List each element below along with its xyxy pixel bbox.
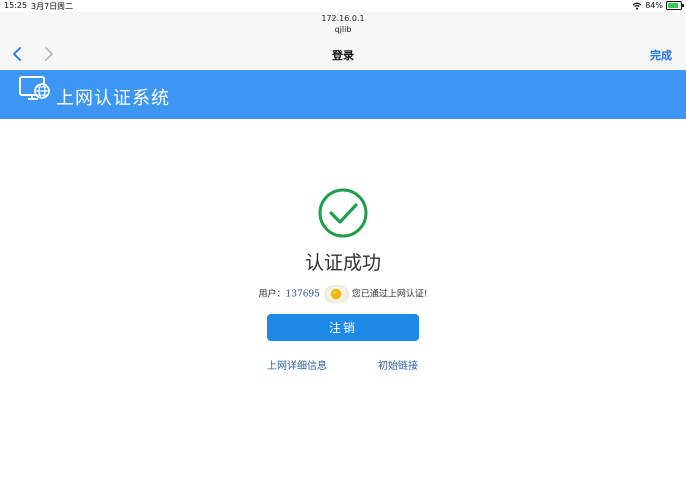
success-check-icon bbox=[318, 188, 368, 238]
battery-percent: 84% bbox=[645, 1, 663, 10]
user-status-line: 用户：137695 您已通过上网认证! bbox=[0, 284, 686, 304]
nav-title: 登录 bbox=[332, 49, 354, 62]
egg-sticker-icon bbox=[324, 285, 349, 303]
wifi-icon bbox=[632, 2, 642, 10]
detail-info-link[interactable]: 上网详细信息 bbox=[267, 357, 327, 372]
done-button[interactable]: 完成 bbox=[650, 47, 672, 63]
status-time: 15:25 bbox=[4, 1, 28, 10]
portal-title: 上网认证系统 bbox=[56, 88, 170, 109]
status-bar: 15:25 3月7日周二 84% bbox=[0, 0, 686, 12]
initial-link[interactable]: 初始链接 bbox=[378, 357, 418, 372]
success-title: 认证成功 bbox=[304, 252, 381, 274]
auth-message: 您已通过上网认证! bbox=[351, 289, 428, 300]
battery-fill bbox=[668, 3, 679, 8]
status-right-group: 84% bbox=[632, 1, 684, 10]
user-label: 用户： bbox=[258, 289, 286, 300]
portal-header: 上网认证系统 bbox=[0, 70, 686, 119]
user-id: 137695 bbox=[285, 289, 320, 300]
nav-url-host: qjlib bbox=[334, 25, 352, 34]
computer-globe-icon bbox=[19, 76, 50, 100]
logout-button[interactable]: 注销 bbox=[267, 314, 419, 341]
nav-url-ip: 172.16.0.1 bbox=[321, 14, 365, 23]
battery-icon bbox=[666, 1, 684, 10]
navigation-bar: 172.16.0.1 qjlib 登录 完成 bbox=[0, 12, 686, 70]
status-date: 3月7日周二 bbox=[31, 2, 74, 11]
